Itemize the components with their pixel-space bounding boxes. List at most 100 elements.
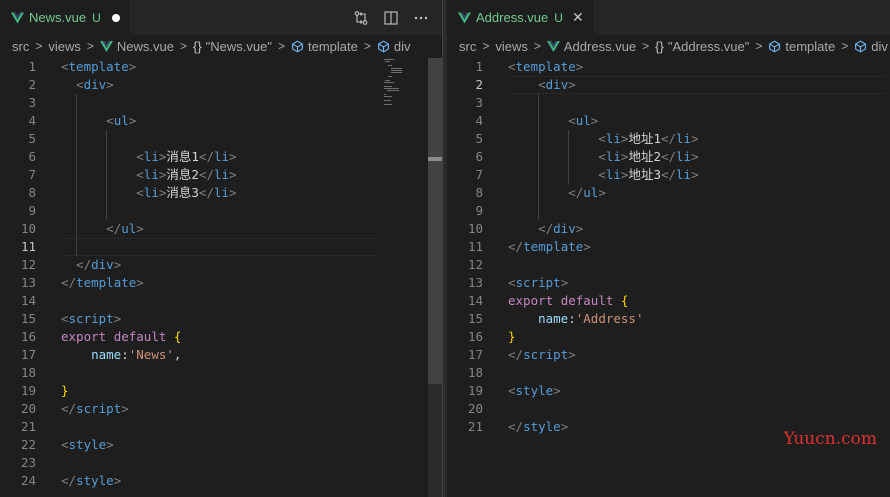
breadcrumb-template[interactable]: template	[308, 39, 358, 54]
breadcrumb-folder-src[interactable]: src	[459, 39, 476, 54]
code-token: li	[143, 149, 159, 164]
code-line[interactable]: 19}	[0, 382, 442, 400]
code-text: </script>	[61, 400, 129, 418]
code-line[interactable]: 1 <template>	[0, 58, 442, 76]
code-line[interactable]: 15 <script>	[0, 310, 442, 328]
code-line[interactable]: 2 <div>	[447, 76, 890, 94]
code-line[interactable]: 9	[447, 202, 890, 220]
close-icon[interactable]: ✕	[572, 11, 584, 25]
code-line[interactable]: 15 name:'Address'	[447, 310, 890, 328]
chevron-right-icon: >	[86, 39, 94, 53]
code-line[interactable]: 23	[0, 454, 442, 472]
vue-file-icon	[546, 40, 560, 52]
editor-group-right: Address.vue U ✕ src > views > Address.vu…	[447, 0, 890, 497]
breadcrumb-div[interactable]: div	[394, 39, 411, 54]
line-number: 10	[20, 221, 36, 236]
code-token: li	[605, 149, 621, 164]
code-line[interactable]: 12 </div>	[0, 256, 442, 274]
line-number: 16	[20, 329, 36, 344]
code-line[interactable]: 4 <ul>	[447, 112, 890, 130]
code-line[interactable]: 11	[0, 238, 442, 256]
code-line[interactable]: 6 <li>地址2</li>	[447, 148, 890, 166]
more-actions-icon[interactable]	[412, 9, 430, 27]
cursor-position-marker	[428, 157, 442, 161]
symbol-element-icon	[769, 40, 781, 52]
code-line[interactable]: 24 </style>	[0, 472, 442, 490]
code-token: ,	[173, 347, 182, 362]
breadcrumb-folder-src[interactable]: src	[12, 39, 29, 54]
code-line[interactable]: 5 <li>地址1</li>	[447, 130, 890, 148]
breadcrumb-file[interactable]: Address.vue	[564, 39, 636, 54]
code-line[interactable]: 18	[447, 364, 890, 382]
split-editor-icon[interactable]	[382, 9, 400, 27]
code-line[interactable]: 8 </ul>	[447, 184, 890, 202]
code-token: 地址3	[628, 167, 661, 182]
code-line[interactable]: 21	[0, 418, 442, 436]
code-line[interactable]: 8 <li>消息3</li>	[0, 184, 442, 202]
code-editor[interactable]: 1 <template> 2 <div> 3 4 <ul> 5 6 <li>消息1</li>…	[0, 58, 442, 497]
code-line[interactable]: 13 </template>	[0, 274, 442, 292]
tab-news-vue[interactable]: News.vue U	[0, 0, 131, 35]
code-token: </	[508, 347, 524, 362]
breadcrumb-folder-views[interactable]: views	[48, 39, 81, 54]
code-token: >	[583, 239, 591, 254]
breadcrumb-folder-views[interactable]: views	[495, 39, 528, 54]
code-line[interactable]: 22 <style>	[0, 436, 442, 454]
tab-address-vue[interactable]: Address.vue U ✕	[447, 0, 595, 35]
code-text: <style>	[61, 436, 114, 454]
code-line[interactable]: 11 </template>	[447, 238, 890, 256]
code-line[interactable]: 4 <ul>	[0, 112, 442, 130]
scrollbar-thumb[interactable]	[428, 58, 442, 384]
code-line[interactable]: 16 export default {	[0, 328, 442, 346]
code-text: <ul>	[508, 112, 598, 130]
line-number: 20	[20, 401, 36, 416]
code-line[interactable]: 17 name:'News',	[0, 346, 442, 364]
code-line[interactable]: 14	[0, 292, 442, 310]
code-token: name	[538, 311, 569, 326]
code-line[interactable]: 18	[0, 364, 442, 382]
line-number: 7	[475, 167, 483, 182]
code-line[interactable]: 6 <li>消息1</li>	[0, 148, 442, 166]
breadcrumb-file[interactable]: News.vue	[117, 39, 174, 54]
symbol-element-icon	[292, 40, 303, 52]
code-text: <style>	[508, 382, 561, 400]
code-line[interactable]: 14 export default {	[447, 292, 890, 310]
code-token: export	[508, 293, 554, 308]
code-line[interactable]: 10 </ul>	[0, 220, 442, 238]
line-number: 21	[20, 419, 36, 434]
code-token: </	[198, 167, 214, 182]
code-line[interactable]: 5	[0, 130, 442, 148]
code-line[interactable]: 1 <template>	[447, 58, 890, 76]
code-token: >	[568, 77, 576, 92]
code-line[interactable]: 13 <script>	[447, 274, 890, 292]
code-line[interactable]: 2 <div>	[0, 76, 442, 94]
code-line[interactable]: 19 <style>	[447, 382, 890, 400]
line-number: 19	[20, 383, 36, 398]
code-token: </	[198, 149, 214, 164]
code-line[interactable]: 20	[447, 400, 890, 418]
code-line[interactable]: 3	[447, 94, 890, 112]
breadcrumb-template[interactable]: template	[785, 39, 835, 54]
minimap[interactable]	[382, 58, 426, 118]
code-token: </	[61, 473, 77, 488]
code-line[interactable]: 17 </script>	[447, 346, 890, 364]
code-line[interactable]: 16}	[447, 328, 890, 346]
line-number: 2	[475, 77, 483, 92]
line-number: 18	[20, 365, 36, 380]
code-token: >	[691, 131, 699, 146]
code-line[interactable]: 3	[0, 94, 442, 112]
code-line[interactable]: 20 </script>	[0, 400, 442, 418]
code-line[interactable]: 12	[447, 256, 890, 274]
code-line[interactable]: 10 </div>	[447, 220, 890, 238]
breadcrumb-component[interactable]: "News.vue"	[206, 39, 272, 54]
code-line[interactable]: 7 <li>地址3</li>	[447, 166, 890, 184]
breadcrumb-component[interactable]: "Address.vue"	[668, 39, 750, 54]
code-token: 'Address'	[575, 311, 644, 326]
indent-guide	[568, 130, 570, 184]
code-token: </	[660, 131, 677, 146]
source-control-compare-icon[interactable]	[352, 9, 370, 27]
code-line[interactable]: 9	[0, 202, 442, 220]
code-line[interactable]: 7 <li>消息2</li>	[0, 166, 442, 184]
circle-filled-icon[interactable]	[111, 13, 120, 22]
breadcrumb-div[interactable]: div	[871, 39, 888, 54]
